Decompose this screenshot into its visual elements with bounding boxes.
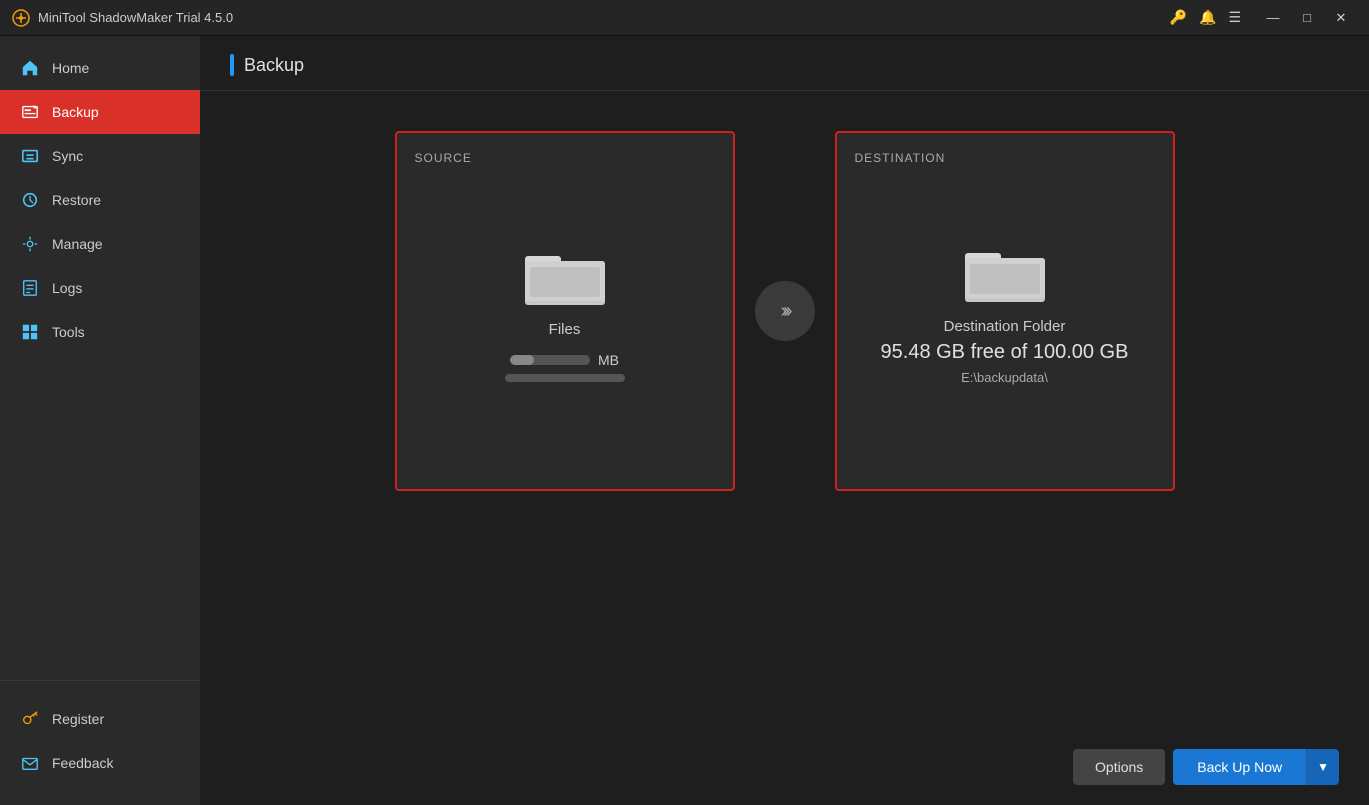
header-accent-bar (230, 54, 234, 76)
sidebar-item-restore[interactable]: Restore (0, 178, 200, 222)
sidebar-label-feedback: Feedback (52, 755, 113, 771)
sidebar-nav: Home Backup (0, 36, 200, 680)
backup-now-button[interactable]: Back Up Now (1173, 749, 1306, 785)
arrow-connector: ››› (755, 281, 815, 341)
backup-cards-row: SOURCE Files (230, 121, 1339, 491)
sidebar-label-register: Register (52, 711, 104, 727)
main-container: Home Backup (0, 36, 1369, 805)
destination-card-inner: Destination Folder 95.48 GB free of 100.… (857, 153, 1153, 469)
email-icon (20, 753, 40, 773)
restore-icon (20, 190, 40, 210)
window-controls: — □ ✕ (1257, 4, 1357, 32)
tools-icon (20, 322, 40, 342)
key-icon[interactable]: 🔑 (1170, 9, 1187, 26)
sidebar-item-logs[interactable]: Logs (0, 266, 200, 310)
sidebar-label-sync: Sync (52, 148, 83, 164)
sidebar-label-tools: Tools (52, 324, 85, 340)
home-icon (20, 58, 40, 78)
sidebar-label-home: Home (52, 60, 89, 76)
manage-icon (20, 234, 40, 254)
page-title: Backup (244, 55, 304, 76)
backup-now-dropdown[interactable]: ▼ (1306, 749, 1339, 785)
logs-icon (20, 278, 40, 298)
sidebar-bottom: Register Feedback (0, 680, 200, 805)
source-size-text: MB (598, 352, 619, 368)
sidebar-item-home[interactable]: Home (0, 46, 200, 90)
sidebar-item-backup[interactable]: Backup (0, 90, 200, 134)
source-card-inner: Files MB (417, 153, 713, 469)
source-size-bar: MB (510, 352, 619, 368)
key-icon (20, 709, 40, 729)
app-title: MiniTool ShadowMaker Trial 4.5.0 (38, 10, 1170, 25)
destination-card[interactable]: DESTINATION Destination Folder 95.48 GB … (835, 131, 1175, 491)
options-button[interactable]: Options (1073, 749, 1165, 785)
title-bar-extras: 🔑 🔔 ☰ (1170, 9, 1241, 26)
source-folder-icon (525, 241, 605, 305)
sidebar-item-register[interactable]: Register (0, 697, 200, 741)
app-icon (12, 9, 30, 27)
content-footer: Options Back Up Now ▼ (200, 729, 1369, 805)
backup-now-group: Back Up Now ▼ (1173, 749, 1339, 785)
sidebar-item-feedback[interactable]: Feedback (0, 741, 200, 785)
title-bar: MiniTool ShadowMaker Trial 4.5.0 🔑 🔔 ☰ —… (0, 0, 1369, 36)
size-bar-fill (510, 355, 534, 365)
destination-folder-label: Destination Folder (944, 318, 1066, 335)
backup-icon (20, 102, 40, 122)
sidebar-item-manage[interactable]: Manage (0, 222, 200, 266)
sidebar-label-logs: Logs (52, 280, 82, 296)
destination-path: E:\backupdata\ (961, 370, 1048, 385)
sidebar-label-manage: Manage (52, 236, 103, 252)
bell-icon[interactable]: 🔔 (1199, 9, 1216, 26)
content-header: Backup (200, 36, 1369, 91)
menu-icon[interactable]: ☰ (1228, 9, 1241, 26)
content-area: Backup SOURCE Files (200, 36, 1369, 805)
sidebar: Home Backup (0, 36, 200, 805)
close-button[interactable]: ✕ (1325, 4, 1357, 32)
sidebar-item-sync[interactable]: Sync (0, 134, 200, 178)
minimize-button[interactable]: — (1257, 4, 1289, 32)
source-sub-bar (505, 374, 625, 382)
sync-icon (20, 146, 40, 166)
chevron-arrows: ››› (781, 300, 789, 323)
destination-folder-icon (965, 238, 1045, 302)
destination-free-space: 95.48 GB free of 100.00 GB (881, 341, 1129, 364)
sidebar-label-restore: Restore (52, 192, 101, 208)
sidebar-item-tools[interactable]: Tools (0, 310, 200, 354)
content-body: SOURCE Files (200, 91, 1369, 729)
source-card[interactable]: SOURCE Files (395, 131, 735, 491)
source-file-label: Files (549, 321, 581, 338)
sidebar-label-backup: Backup (52, 104, 99, 120)
maximize-button[interactable]: □ (1291, 4, 1323, 32)
size-bar-track (510, 355, 590, 365)
